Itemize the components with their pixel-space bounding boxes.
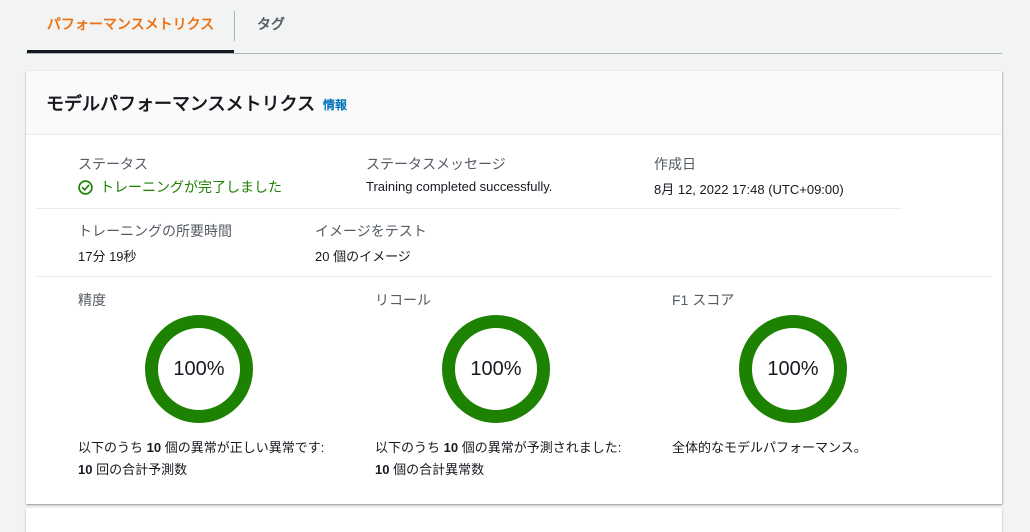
info-link[interactable]: 情報: [323, 96, 347, 113]
status-label: ステータス: [78, 156, 148, 172]
check-circle-icon: [78, 179, 93, 195]
card-title: モデルパフォーマンスメトリクス: [46, 94, 316, 114]
precision-value: 100%: [173, 358, 225, 380]
status-message-value: Training completed successfully.: [366, 179, 553, 194]
duration-value: 17分 19秒: [78, 249, 137, 264]
duration-label: トレーニングの所要時間: [78, 223, 232, 239]
recall-description: 以下のうち 10 個の異常が予測されました: 10 個の合計異常数: [375, 440, 622, 477]
card-header: モデルパフォーマンスメトリクス 情報: [26, 71, 1002, 135]
model-performance-card: モデルパフォーマンスメトリクス 情報 ステータス トレーニングが完了しました ス…: [26, 71, 1002, 504]
f1-score-description: 全体的なモデルパフォーマンス。: [672, 440, 867, 455]
recall-label: リコール: [375, 292, 431, 308]
tab-bar: パフォーマンスメトリクス タグ: [26, 0, 1002, 54]
precision-description: 以下のうち 10 個の異常が正しい異常です: 10 回の合計予測数: [78, 440, 325, 477]
row-divider: [36, 276, 992, 277]
next-card: [26, 508, 1002, 532]
precision-gauge: 100%: [145, 315, 253, 423]
row-divider: [36, 208, 902, 209]
test-images-label: イメージをテスト: [315, 223, 427, 239]
f1-score-value: 100%: [767, 358, 819, 380]
precision-label: 精度: [78, 292, 106, 308]
f1-score-label: F1 スコア: [672, 292, 735, 308]
status-value: トレーニングが完了しました: [78, 177, 282, 197]
created-label: 作成日: [654, 156, 696, 172]
recall-value: 100%: [470, 358, 522, 380]
tab-performance-metrics[interactable]: パフォーマンスメトリクス: [27, 0, 234, 53]
status-text: トレーニングが完了しました: [100, 179, 282, 195]
f1-score-gauge: 100%: [739, 315, 847, 423]
status-message-label: ステータスメッセージ: [366, 156, 506, 172]
created-value: 8月 12, 2022 17:48 (UTC+09:00): [654, 182, 844, 197]
tab-divider: [234, 11, 235, 41]
recall-gauge: 100%: [442, 315, 550, 423]
tab-tags[interactable]: タグ: [238, 0, 304, 53]
test-images-value: 20 個のイメージ: [315, 249, 411, 264]
